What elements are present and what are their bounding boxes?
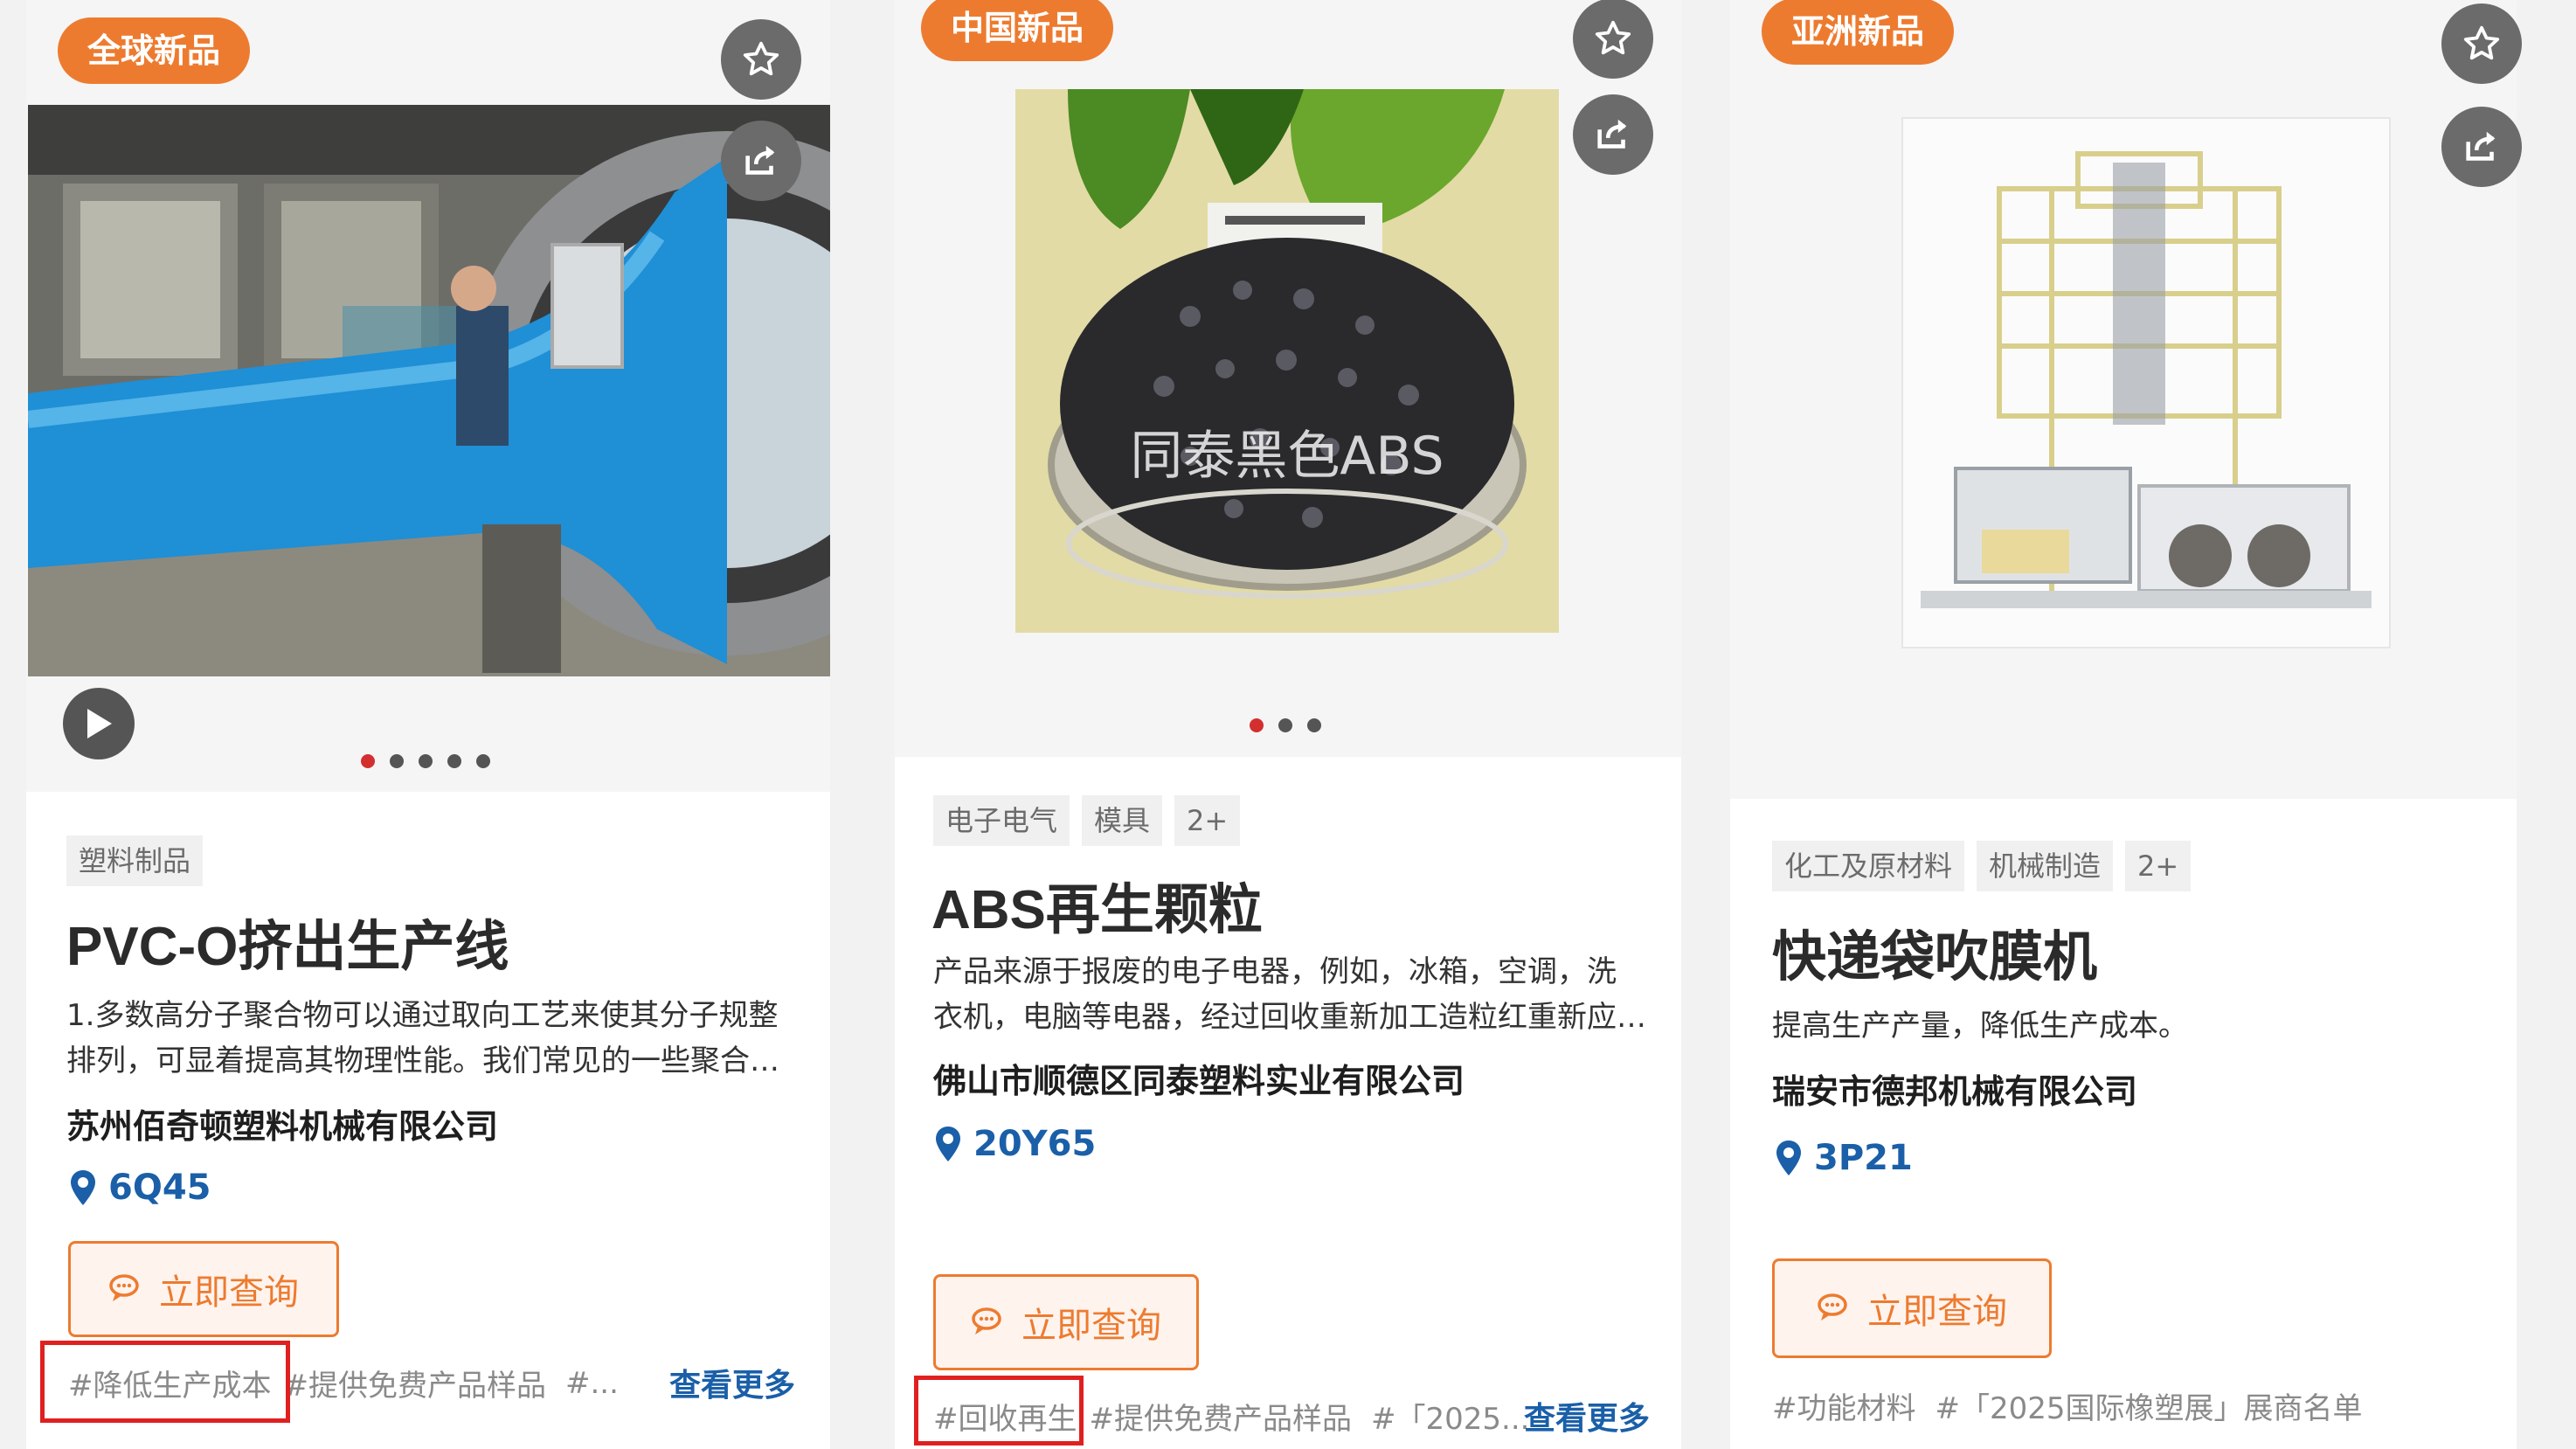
description-line: 提高生产产量，降低生产成本。 [1772, 1009, 2188, 1043]
booth-number: 3P21 [1814, 1138, 1913, 1178]
star-icon [2463, 25, 2500, 60]
carousel-dot[interactable] [1307, 718, 1321, 732]
inquiry-label: 立即查询 [1867, 1292, 2007, 1332]
description-line: 1.多数高分子聚合物可以通过取向工艺来使其分子规整 [66, 998, 779, 1033]
booth-number: 20Y65 [973, 1124, 1097, 1164]
category-tag[interactable]: 机械制造 [1977, 841, 2114, 891]
product-card-2: 同泰黑色ABS 中国新品 电子电气 模具 2+ ABS再生颗粒 产品来源于报废的… [895, 0, 1681, 1449]
star-icon [743, 41, 779, 76]
category-tag[interactable]: 电子电气 [933, 795, 1070, 846]
more-tags-count[interactable]: 2+ [2125, 841, 2192, 891]
product-card-3: 亚洲新品 化工及原材料 机械制造 2+ 快递袋吹膜机 提高生产产量，降低生产成本… [1730, 0, 2522, 1449]
play-video-button[interactable] [63, 688, 135, 759]
hashtag[interactable]: #提供免费产品样品 [284, 1362, 547, 1404]
carousel-dot[interactable] [476, 754, 490, 768]
inquiry-button[interactable]: 立即查询 [1772, 1258, 2052, 1358]
photo-overlay-text: 同泰黑色ABS [1130, 426, 1444, 487]
carousel-dot[interactable] [1250, 718, 1264, 732]
company-name[interactable]: 瑞安市德邦机械有限公司 [1772, 1064, 2137, 1113]
product-card-1: 全球新品 塑料制品 PVC-O挤出生产线 1.多数高分子聚合物可以通过取向工艺来… [26, 0, 830, 1449]
view-more-link[interactable]: 查看更多 [669, 1360, 795, 1405]
highlight-box [914, 1376, 1084, 1446]
description-line: 产品来源于报废的电子电器，例如，冰箱，空调，洗 [933, 954, 1617, 989]
play-icon [87, 709, 112, 738]
category-tags: 化工及原材料 机械制造 2+ [1772, 841, 2192, 891]
hashtag[interactable]: #提供免费产品样品 [1090, 1395, 1353, 1438]
hashtag[interactable]: #... [565, 1366, 619, 1401]
share-button[interactable] [2441, 107, 2522, 187]
share-button[interactable] [1573, 94, 1653, 175]
category-tag[interactable]: 化工及原材料 [1772, 841, 1965, 891]
share-icon [2466, 131, 2496, 161]
product-description: 产品来源于报废的电子电器，例如，冰箱，空调，洗 衣机，电脑等电器，经过回收重新加… [933, 949, 1667, 1040]
location-pin-icon [936, 1127, 960, 1161]
category-tags: 塑料制品 [66, 835, 204, 886]
booth-location: 20Y65 [935, 1124, 1096, 1164]
product-description: 提高生产产量，降低生产成本。 [1772, 1003, 2506, 1049]
carousel-dot[interactable] [419, 754, 433, 768]
description-line: 排列，可显着提高其物理性能。我们常见的一些聚合… [66, 1043, 779, 1078]
inquiry-button[interactable]: 立即查询 [68, 1241, 339, 1337]
inquiry-label: 立即查询 [159, 1272, 299, 1313]
location-pin-icon [71, 1170, 95, 1205]
share-button[interactable] [721, 121, 801, 201]
category-tag[interactable]: 模具 [1082, 795, 1163, 846]
booth-location: 3P21 [1776, 1138, 1913, 1178]
company-name[interactable]: 佛山市顺德区同泰塑料实业有限公司 [933, 1054, 1465, 1102]
favorite-button[interactable] [2441, 3, 2522, 84]
carousel-dot[interactable] [390, 754, 404, 768]
booth-location: 6Q45 [70, 1168, 211, 1208]
company-name[interactable]: 苏州佰奇顿塑料机械有限公司 [66, 1099, 498, 1147]
product-photo[interactable] [1901, 117, 2391, 648]
star-icon [1595, 20, 1631, 55]
hashtag[interactable]: #「2025... [1371, 1395, 1529, 1438]
highlight-box [40, 1341, 290, 1423]
share-icon [745, 145, 775, 175]
product-title[interactable]: ABS再生颗粒 [931, 865, 1263, 944]
location-pin-icon [1776, 1140, 1801, 1175]
chat-icon [1818, 1293, 1847, 1321]
share-icon [1597, 119, 1627, 149]
carousel-dot[interactable] [1278, 718, 1292, 732]
favorite-button[interactable] [721, 19, 801, 100]
product-photo[interactable]: 同泰黑色ABS [1015, 89, 1559, 633]
hashtag-row: #功能材料 #「2025国际橡塑展」展商名单 [1772, 1384, 2382, 1427]
carousel-dots[interactable] [361, 754, 490, 768]
view-more-link[interactable]: 查看更多 [1524, 1393, 1650, 1439]
hashtag[interactable]: #功能材料 [1772, 1384, 1916, 1427]
booth-number: 6Q45 [108, 1168, 211, 1208]
global-new-badge: 全球新品 [58, 17, 251, 84]
category-tags: 电子电气 模具 2+ [933, 795, 1241, 846]
asia-new-badge: 亚洲新品 [1762, 0, 1955, 65]
product-title[interactable]: PVC-O挤出生产线 [66, 902, 509, 981]
inquiry-label: 立即查询 [1021, 1306, 1161, 1346]
inquiry-button[interactable]: 立即查询 [933, 1274, 1199, 1370]
product-description: 1.多数高分子聚合物可以通过取向工艺来使其分子规整 排列，可显着提高其物理性能。… [66, 993, 818, 1084]
chat-icon [109, 1274, 139, 1301]
product-photo[interactable] [28, 105, 830, 676]
carousel-dot[interactable] [447, 754, 461, 768]
category-tag[interactable]: 塑料制品 [66, 835, 204, 886]
favorite-button[interactable] [1573, 0, 1653, 79]
more-tags-count[interactable]: 2+ [1174, 795, 1241, 846]
product-title[interactable]: 快递袋吹膜机 [1772, 912, 2097, 991]
carousel-dots[interactable] [1250, 718, 1321, 732]
china-new-badge: 中国新品 [921, 0, 1114, 61]
carousel-dot[interactable] [361, 754, 375, 768]
hashtag[interactable]: #「2025国际橡塑展」展商名单 [1935, 1384, 2363, 1427]
description-line: 衣机，电脑等电器，经过回收重新加工造粒红重新应… [933, 1000, 1646, 1035]
chat-icon [972, 1307, 1001, 1335]
